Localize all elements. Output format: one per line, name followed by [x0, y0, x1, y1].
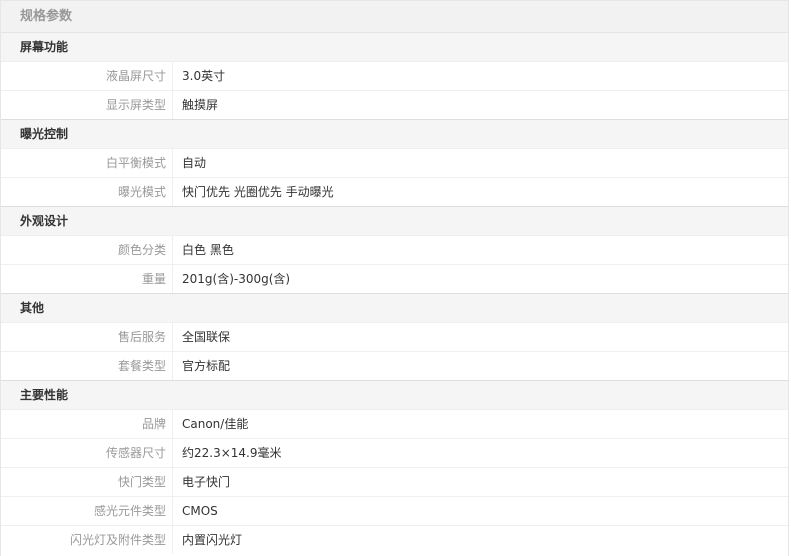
spec-label: 品牌 [1, 410, 173, 438]
spec-row: 品牌 Canon/佳能 [1, 409, 788, 438]
spec-value: 全国联保 [182, 330, 231, 344]
spec-label: 重量 [1, 265, 173, 293]
spec-label: 感光元件类型 [1, 497, 173, 525]
spec-row: 白平衡模式 自动 [1, 148, 788, 177]
spec-value: 约22.3×14.9毫米 [182, 446, 282, 460]
spec-value: 电子快门 [182, 475, 231, 489]
spec-row: 重量 201g(含)-300g(含) [1, 264, 788, 293]
spec-row: 套餐类型 官方标配 [1, 351, 788, 380]
spec-row: 传感器尺寸 约22.3×14.9毫米 [1, 438, 788, 467]
spec-value: 快门优先 光圈优先 手动曝光 [182, 185, 334, 199]
spec-label: 快门类型 [1, 468, 173, 496]
group-title-appearance: 外观设计 [1, 206, 788, 235]
group-title-screen: 屏幕功能 [1, 33, 788, 61]
spec-value: 3.0英寸 [182, 69, 226, 83]
panel-title: 规格参数 [1, 1, 788, 33]
spec-value: 触摸屏 [182, 98, 219, 112]
spec-value: CMOS [182, 504, 218, 518]
spec-label: 售后服务 [1, 323, 173, 351]
spec-value: 内置闪光灯 [182, 533, 243, 547]
spec-label: 液晶屏尺寸 [1, 62, 173, 90]
group-title-performance: 主要性能 [1, 380, 788, 409]
spec-row: 快门类型 电子快门 [1, 467, 788, 496]
spec-row: 颜色分类 白色 黑色 [1, 235, 788, 264]
spec-row: 液晶屏尺寸 3.0英寸 [1, 61, 788, 90]
spec-value: 白色 黑色 [182, 243, 234, 257]
spec-value: 201g(含)-300g(含) [182, 272, 291, 286]
spec-label: 曝光模式 [1, 178, 173, 206]
spec-value: 自动 [182, 156, 207, 170]
spec-label: 套餐类型 [1, 352, 173, 380]
spec-label: 白平衡模式 [1, 149, 173, 177]
spec-row: 售后服务 全国联保 [1, 322, 788, 351]
spec-label: 传感器尺寸 [1, 439, 173, 467]
spec-label: 闪光灯及附件类型 [1, 526, 173, 554]
spec-row: 感光元件类型 CMOS [1, 496, 788, 525]
group-title-exposure: 曝光控制 [1, 119, 788, 148]
spec-row: 曝光模式 快门优先 光圈优先 手动曝光 [1, 177, 788, 206]
spec-label: 显示屏类型 [1, 91, 173, 119]
group-title-other: 其他 [1, 293, 788, 322]
spec-row: 闪光灯及附件类型 内置闪光灯 [1, 525, 788, 554]
spec-value: Canon/佳能 [182, 417, 249, 431]
spec-label: 颜色分类 [1, 236, 173, 264]
spec-panel: 规格参数 屏幕功能 液晶屏尺寸 3.0英寸 显示屏类型 触摸屏 曝光控制 白平衡… [0, 0, 789, 556]
spec-value: 官方标配 [182, 359, 231, 373]
spec-row: 显示屏类型 触摸屏 [1, 90, 788, 119]
